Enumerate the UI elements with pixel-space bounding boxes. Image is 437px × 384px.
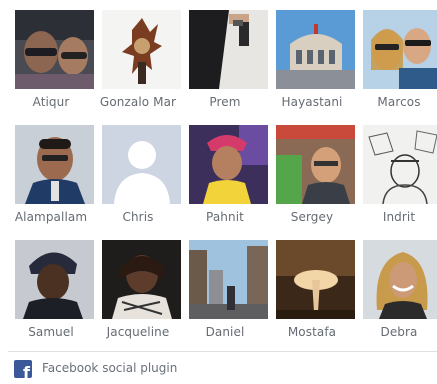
friend-name[interactable]: Chris [95, 210, 181, 224]
profile-photo-atiqur[interactable] [15, 10, 94, 89]
friend-tile[interactable]: Prem [182, 8, 268, 118]
profile-photo-sergey[interactable] [276, 125, 355, 204]
friend-name[interactable]: Indrit [356, 210, 437, 224]
friend-name[interactable]: Sergey [269, 210, 355, 224]
profile-photo-marcos[interactable] [363, 10, 437, 89]
friend-tile[interactable]: Mostafa [269, 238, 355, 348]
friend-name[interactable]: Mostafa [269, 325, 355, 339]
friend-tile[interactable]: Jacqueline [95, 238, 181, 348]
friend-name[interactable]: Debra [356, 325, 437, 339]
friend-name[interactable]: Samuel [8, 325, 94, 339]
profile-photo-hayastani[interactable] [276, 10, 355, 89]
default-avatar-icon[interactable] [102, 125, 181, 204]
friends-row-2: Alampallam Chris Pahnit Sergey Indrit [8, 123, 437, 238]
friends-grid: Atiqur Gonzalo Mar Prem Hayastani Marcos… [8, 8, 437, 353]
friend-tile[interactable]: Atiqur [8, 8, 94, 118]
plugin-footer: f Facebook social plugin [8, 351, 437, 384]
friend-name[interactable]: Gonzalo Mar [95, 95, 181, 109]
friend-name[interactable]: Pahnit [182, 210, 268, 224]
friend-name[interactable]: Hayastani [269, 95, 355, 109]
facebook-logo-icon[interactable]: f [14, 360, 32, 378]
friend-tile[interactable]: Samuel [8, 238, 94, 348]
profile-photo-mostafa[interactable] [276, 240, 355, 319]
friend-tile[interactable]: Hayastani [269, 8, 355, 118]
profile-photo-pahnit[interactable] [189, 125, 268, 204]
friend-tile[interactable]: Chris [95, 123, 181, 233]
facebook-fan-box: Atiqur Gonzalo Mar Prem Hayastani Marcos… [0, 0, 437, 383]
friends-row-3: Samuel Jacqueline Daniel Mostafa Debra [8, 238, 437, 353]
facebook-social-plugin-link[interactable]: Facebook social plugin [42, 361, 177, 375]
friend-name[interactable]: Jacqueline [95, 325, 181, 339]
friend-name[interactable]: Prem [182, 95, 268, 109]
friend-tile[interactable]: Pahnit [182, 123, 268, 233]
friend-tile[interactable]: Sergey [269, 123, 355, 233]
friend-tile[interactable]: Daniel [182, 238, 268, 348]
profile-photo-indrit[interactable] [363, 125, 437, 204]
profile-photo-prem[interactable] [189, 10, 268, 89]
profile-photo-gonzalo[interactable] [102, 10, 181, 89]
friend-tile[interactable]: Gonzalo Mar [95, 8, 181, 118]
friend-name[interactable]: Marcos [356, 95, 437, 109]
friend-name[interactable]: Alampallam [8, 210, 94, 224]
friend-tile[interactable]: Marcos [356, 8, 437, 118]
friend-tile[interactable]: Alampallam [8, 123, 94, 233]
friend-tile[interactable]: Debra [356, 238, 437, 348]
profile-photo-samuel[interactable] [15, 240, 94, 319]
profile-photo-debra[interactable] [363, 240, 437, 319]
friend-name[interactable]: Daniel [182, 325, 268, 339]
friends-row-1: Atiqur Gonzalo Mar Prem Hayastani Marcos [8, 8, 437, 123]
friend-tile[interactable]: Indrit [356, 123, 437, 233]
profile-photo-jacqueline[interactable] [102, 240, 181, 319]
friend-name[interactable]: Atiqur [8, 95, 94, 109]
profile-photo-daniel[interactable] [189, 240, 268, 319]
profile-photo-alampallam[interactable] [15, 125, 94, 204]
